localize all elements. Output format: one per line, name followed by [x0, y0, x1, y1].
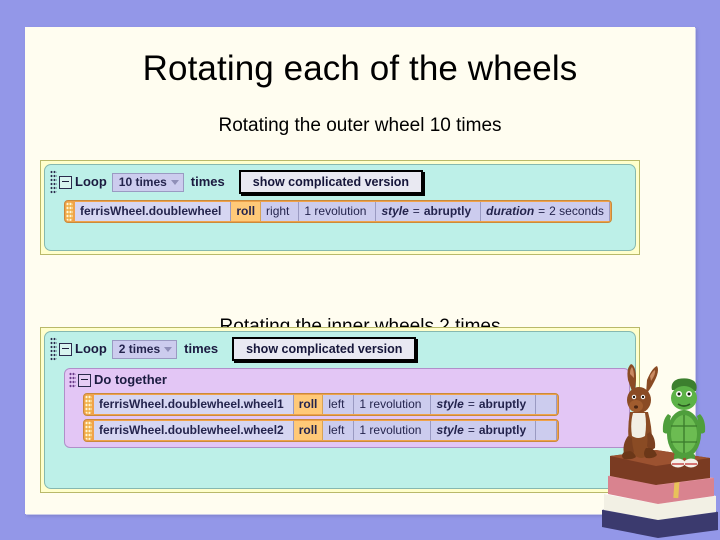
loop-rail-2: [50, 337, 57, 361]
direction-dropdown[interactable]: left: [323, 395, 355, 414]
statement-rail: [85, 421, 92, 440]
table-row[interactable]: ferrisWheel.doublewheel.wheel1 roll left…: [83, 393, 560, 416]
object-dropdown[interactable]: ferrisWheel.doublewheel.wheel1: [94, 395, 294, 414]
direction-value: left: [328, 397, 345, 411]
subheading-outer-wheel: Rotating the outer wheel 10 times: [218, 115, 502, 136]
do-together-container: Do together ferrisWheel.doublewheel.whee…: [64, 368, 630, 448]
chevron-down-icon: [170, 179, 179, 185]
style-equals: =: [467, 423, 475, 437]
style-equals: =: [467, 397, 475, 411]
statement-row[interactable]: ferrisWheel.doublewheel roll right 1 rev…: [64, 200, 612, 223]
code-block-outer-wheel: Loop 10 times times show complicated ver…: [40, 160, 640, 255]
loop-count-value: 10 times: [118, 174, 167, 189]
duration-value: 2 seconds: [549, 204, 604, 218]
object-dropdown[interactable]: ferrisWheel.doublewheel.wheel2: [94, 421, 294, 440]
object-name: ferrisWheel.doublewheel.wheel1: [99, 397, 284, 411]
do-together-label: Do together: [94, 372, 167, 387]
loop-rail-1: [50, 170, 57, 194]
style-dropdown[interactable]: style = abruptly: [431, 421, 537, 440]
loop-count-value: 2 times: [118, 341, 161, 356]
style-value: abruptly: [423, 204, 472, 218]
direction-dropdown[interactable]: right: [261, 202, 300, 221]
action-label: roll: [231, 202, 262, 221]
collapse-toggle-icon[interactable]: [59, 175, 72, 189]
do-together-rail: [69, 372, 76, 388]
duration-dropdown[interactable]: [536, 421, 558, 440]
direction-value: right: [266, 204, 290, 218]
page-title: Rotating each of the wheels: [142, 49, 578, 88]
direction-value: left: [328, 423, 345, 437]
style-label: style: [436, 397, 464, 411]
style-dropdown[interactable]: style = abruptly: [376, 202, 482, 221]
code-block-inner-wheels: Loop 2 times times show complicated vers…: [40, 327, 640, 493]
amount-value: 1 revolution: [359, 423, 422, 437]
duration-equals: =: [538, 204, 546, 218]
show-complicated-version-button[interactable]: show complicated version: [232, 337, 417, 361]
direction-dropdown[interactable]: left: [323, 421, 355, 440]
amount-dropdown[interactable]: 1 revolution: [299, 202, 377, 221]
slide-panel: Rotating each of the wheels Rotating the…: [25, 27, 695, 514]
times-label: times: [184, 341, 219, 356]
statement-row-wrapper: ferrisWheel.doublewheel.wheel1 roll left…: [69, 390, 625, 416]
loop-keyword: Loop: [75, 341, 107, 356]
statement-row-wrapper: ferrisWheel.doublewheel.wheel2 roll left…: [69, 416, 625, 442]
chevron-down-icon: [164, 346, 173, 352]
style-label: style: [381, 204, 409, 218]
action-label: roll: [293, 395, 324, 414]
loop-header-1: Loop 10 times times show complicated ver…: [50, 169, 630, 197]
object-name: ferrisWheel.doublewheel: [80, 204, 222, 218]
amount-dropdown[interactable]: 1 revolution: [354, 421, 432, 440]
statement-row-wrapper: ferrisWheel.doublewheel roll right 1 rev…: [50, 197, 630, 223]
action-label: roll: [293, 421, 324, 440]
do-together-header: Do together: [69, 372, 625, 390]
amount-dropdown[interactable]: 1 revolution: [354, 395, 432, 414]
show-complicated-version-button[interactable]: show complicated version: [238, 170, 424, 194]
amount-value: 1 revolution: [359, 397, 422, 411]
table-row[interactable]: ferrisWheel.doublewheel.wheel2 roll left…: [83, 419, 560, 442]
duration-label: duration: [486, 204, 535, 218]
loop-header-2: Loop 2 times times show complicated vers…: [50, 336, 630, 364]
object-dropdown[interactable]: ferrisWheel.doublewheel: [75, 202, 232, 221]
style-value: abruptly: [478, 423, 527, 437]
style-label: style: [436, 423, 464, 437]
loop-count-dropdown[interactable]: 2 times: [111, 339, 178, 359]
duration-dropdown[interactable]: duration = 2 seconds: [481, 202, 610, 221]
collapse-toggle-icon[interactable]: [59, 342, 72, 356]
object-name: ferrisWheel.doublewheel.wheel2: [99, 423, 284, 437]
style-value: abruptly: [478, 397, 527, 411]
loop-keyword: Loop: [75, 174, 107, 189]
amount-value: 1 revolution: [304, 204, 367, 218]
duration-dropdown[interactable]: [536, 395, 558, 414]
do-together-wrapper: Do together ferrisWheel.doublewheel.whee…: [50, 364, 630, 448]
loop-container-1: Loop 10 times times show complicated ver…: [44, 164, 636, 251]
style-dropdown[interactable]: style = abruptly: [431, 395, 537, 414]
statement-rail: [85, 395, 92, 414]
loop-count-dropdown[interactable]: 10 times: [111, 172, 184, 192]
times-label: times: [190, 174, 225, 189]
collapse-toggle-icon[interactable]: [78, 373, 91, 387]
loop-container-2: Loop 2 times times show complicated vers…: [44, 331, 636, 489]
style-equals: =: [412, 204, 420, 218]
statement-rail: [66, 202, 73, 221]
